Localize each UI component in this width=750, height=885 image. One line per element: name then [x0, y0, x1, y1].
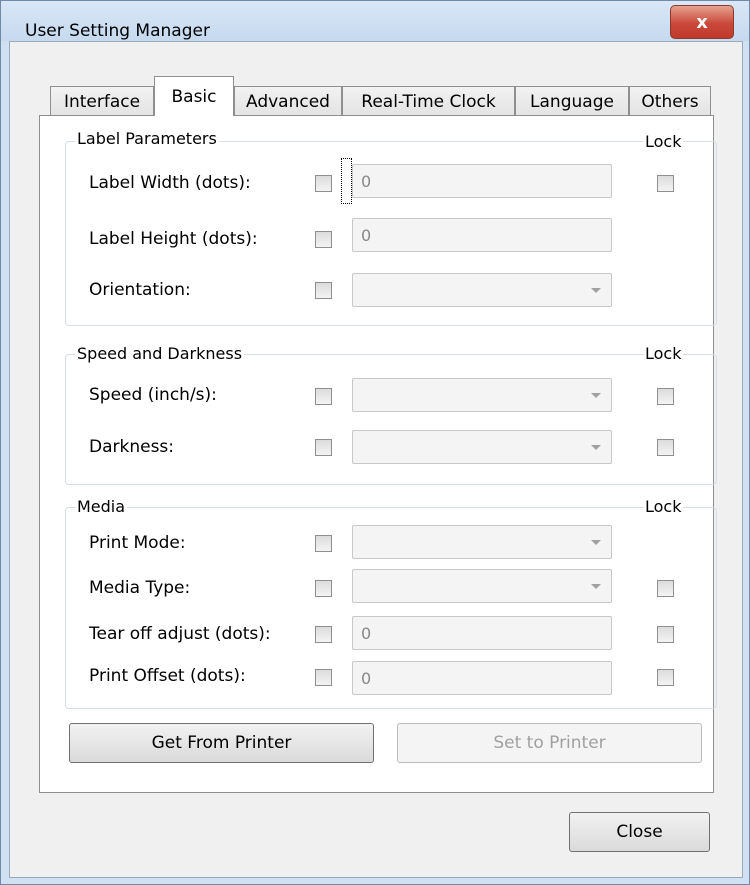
get-from-printer-button[interactable]: Get From Printer: [69, 723, 374, 763]
speed-select[interactable]: [352, 378, 612, 412]
label-width-label: Label Width (dots):: [89, 173, 251, 193]
speed-darkness-title: Speed and Darkness: [75, 344, 245, 363]
print-offset-lock-checkbox[interactable]: [657, 669, 674, 686]
close-button[interactable]: Close: [569, 812, 710, 852]
label-width-checkbox[interactable]: [315, 175, 332, 192]
print-mode-checkbox[interactable]: [315, 535, 332, 552]
tab-label: Language: [530, 91, 614, 112]
title-bar[interactable]: User Setting Manager x: [1, 1, 749, 41]
focus-indicator: [341, 158, 352, 204]
label-parameters-lock-title: Lock: [643, 132, 684, 151]
user-setting-manager-window: User Setting Manager x Interface Basic A…: [0, 0, 750, 885]
tab-label: Interface: [63, 91, 141, 112]
print-offset-label: Print Offset (dots):: [89, 666, 246, 686]
tab-label: Others: [641, 91, 699, 112]
chevron-down-icon: [591, 393, 601, 398]
set-to-printer-button[interactable]: Set to Printer: [397, 723, 702, 763]
label-width-input[interactable]: 0: [352, 164, 612, 198]
tab-advanced[interactable]: Advanced: [234, 86, 342, 116]
print-offset-checkbox[interactable]: [315, 669, 332, 686]
tab-basic[interactable]: Basic: [154, 76, 234, 116]
label-parameters-title: Label Parameters: [75, 129, 219, 148]
tab-real-time-clock[interactable]: Real-Time Clock: [342, 86, 515, 116]
tab-others[interactable]: Others: [629, 86, 711, 116]
media-type-label: Media Type:: [89, 578, 191, 598]
orientation-select[interactable]: [352, 273, 612, 307]
tab-interface[interactable]: Interface: [50, 86, 154, 116]
media-type-checkbox[interactable]: [315, 580, 332, 597]
tab-label: Real-Time Clock: [361, 91, 496, 112]
darkness-label: Darkness:: [89, 437, 175, 457]
tab-label: Advanced: [246, 91, 330, 112]
label-height-input[interactable]: 0: [352, 218, 612, 252]
media-title: Media: [75, 497, 128, 516]
darkness-lock-checkbox[interactable]: [657, 439, 674, 456]
media-type-select[interactable]: [352, 569, 612, 603]
speed-label: Speed (inch/s):: [89, 385, 217, 405]
chevron-down-icon: [591, 540, 601, 545]
print-mode-select[interactable]: [352, 525, 612, 559]
print-mode-label: Print Mode:: [89, 533, 186, 553]
window-title: User Setting Manager: [25, 21, 210, 41]
chevron-down-icon: [591, 584, 601, 589]
speed-darkness-group: [65, 354, 717, 485]
tear-off-lock-checkbox[interactable]: [657, 626, 674, 643]
label-width-lock-checkbox[interactable]: [657, 175, 674, 192]
close-icon: x: [696, 11, 708, 33]
orientation-checkbox[interactable]: [315, 282, 332, 299]
speed-checkbox[interactable]: [315, 388, 332, 405]
window-close-button[interactable]: x: [670, 5, 734, 39]
tab-language[interactable]: Language: [515, 86, 629, 116]
label-height-checkbox[interactable]: [315, 231, 332, 248]
label-height-label: Label Height (dots):: [89, 229, 258, 249]
print-offset-input[interactable]: 0: [352, 661, 612, 695]
chevron-down-icon: [591, 288, 601, 293]
speed-lock-checkbox[interactable]: [657, 388, 674, 405]
chevron-down-icon: [591, 445, 601, 450]
speed-darkness-lock-title: Lock: [643, 344, 684, 363]
tear-off-label: Tear off adjust (dots):: [89, 624, 271, 644]
orientation-label: Orientation:: [89, 280, 191, 300]
darkness-select[interactable]: [352, 430, 612, 464]
tear-off-checkbox[interactable]: [315, 626, 332, 643]
tab-label: Basic: [171, 86, 217, 107]
media-type-lock-checkbox[interactable]: [657, 580, 674, 597]
darkness-checkbox[interactable]: [315, 439, 332, 456]
media-lock-title: Lock: [643, 497, 684, 516]
tear-off-input[interactable]: 0: [352, 616, 612, 650]
